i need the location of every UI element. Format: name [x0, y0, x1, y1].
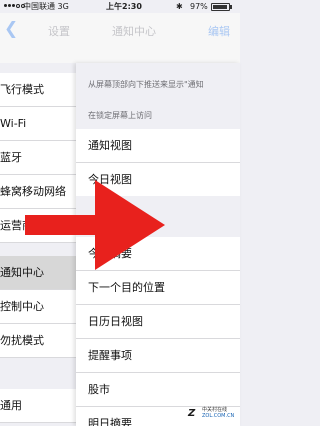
pull-down-hint: 从屏幕顶部向下推送来显示"通知 — [88, 80, 204, 89]
battery-percent: 97% — [190, 2, 208, 11]
reminders-item[interactable]: 提醒事项 — [76, 339, 240, 373]
watermark-line1: 中关村在线 — [202, 407, 228, 413]
carrier-label: 中国联通 3G — [23, 2, 69, 11]
settings-group-notifications: 通知中心 控制中心 勿扰模式 — [0, 256, 76, 358]
settings-item-do-not-disturb[interactable]: 勿扰模式 — [0, 324, 76, 358]
zol-logo-icon: Z — [188, 408, 196, 419]
settings-nav-bar: ❮ 设置 — [0, 13, 76, 63]
edit-button[interactable]: 编辑 — [208, 23, 230, 39]
calendar-day-view-item[interactable]: 日历日视图 — [76, 305, 240, 339]
next-destination-item[interactable]: 下一个目的位置 — [76, 271, 240, 305]
settings-item-airplane-mode[interactable]: 飞行模式 — [0, 73, 76, 107]
settings-item-general[interactable]: 通用 — [0, 389, 76, 423]
bluetooth-icon: ✱ — [176, 2, 183, 11]
settings-item-wifi[interactable]: Wi-Fi — [0, 107, 76, 141]
status-bar: 中国联通 3G 上午2:30 ✱ 97% — [0, 0, 240, 13]
section-header-lock-screen: 在锁定屏幕上访问 — [88, 111, 152, 120]
stocks-item[interactable]: 股市 — [76, 373, 240, 407]
notification-view-item[interactable]: 通知视图 — [76, 129, 240, 163]
red-arrow-icon — [25, 180, 165, 270]
watermark-line2: ZOL.COM.CN — [202, 413, 235, 419]
watermark: Z 中关村在线 ZOL.COM.CN — [188, 406, 236, 422]
notification-center-nav-bar: 通知中心 编辑 — [76, 13, 240, 63]
battery-icon — [211, 3, 232, 11]
page-title: 通知中心 — [112, 25, 156, 38]
settings-item-bluetooth[interactable]: 蓝牙 — [0, 141, 76, 175]
settings-item-control-center[interactable]: 控制中心 — [0, 290, 76, 324]
signal-strength-icon — [4, 4, 25, 8]
clock: 上午2:30 — [106, 2, 142, 11]
chevron-left-icon[interactable]: ❮ — [4, 19, 18, 39]
settings-title: 设置 — [48, 25, 70, 38]
settings-group-general: 通用 — [0, 389, 76, 423]
